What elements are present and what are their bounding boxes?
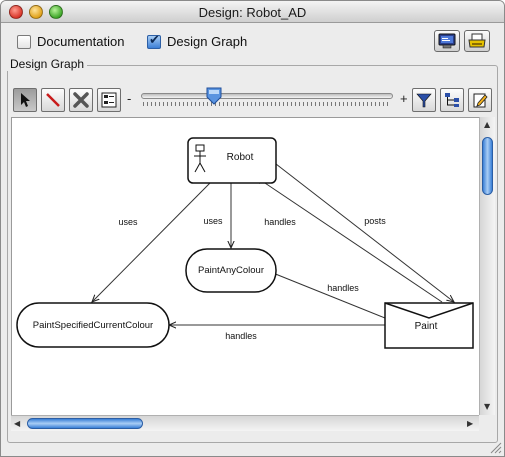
edge-robot-posts-paint — [275, 163, 454, 302]
node-robot-label: Robot — [227, 152, 254, 163]
delete-icon — [73, 92, 89, 108]
node-robot[interactable]: Robot — [187, 137, 277, 184]
zoom-slider-ticks — [143, 102, 391, 106]
zoom-out-label: - — [127, 91, 132, 106]
pointer-icon — [21, 93, 30, 107]
window-title: Design: Robot_AD — [198, 5, 307, 20]
select-tool-button[interactable] — [13, 88, 37, 112]
edge-label-posts: posts — [364, 216, 386, 226]
scroll-left-arrow-icon[interactable]: ◀ — [14, 419, 20, 428]
documentation-checkbox[interactable] — [17, 34, 31, 49]
scroll-up-arrow-icon[interactable]: ▲ — [484, 120, 490, 129]
layout-tool-button[interactable] — [440, 88, 464, 112]
properties-tool-button[interactable] — [97, 88, 121, 112]
edge-paint-handles-any — [268, 271, 386, 319]
zoom-in-label: + — [400, 91, 408, 106]
design-window: Design: Robot_AD Documentation Design Gr… — [0, 0, 505, 457]
filter-tool-button[interactable] — [412, 88, 436, 112]
properties-icon — [101, 92, 117, 108]
edge-label-uses: uses — [118, 217, 138, 227]
graph-canvas[interactable]: uses uses handles posts handles handles … — [11, 117, 479, 415]
design-graph-option[interactable]: Design Graph — [147, 33, 248, 49]
tree-layout-icon — [445, 93, 459, 107]
print-button[interactable] — [464, 30, 490, 52]
vertical-scroll-thumb[interactable] — [482, 137, 493, 195]
edit-document-icon — [473, 93, 488, 108]
edge-label-handles: handles — [225, 331, 257, 341]
printer-icon — [468, 33, 486, 48]
node-paint-any-colour[interactable]: PaintAnyColour — [185, 248, 277, 293]
line-tool-button[interactable] — [41, 88, 65, 112]
node-paint-any-colour-label: PaintAnyColour — [198, 265, 264, 276]
title-bar[interactable]: Design: Robot_AD — [1, 1, 504, 23]
design-graph-group-label: Design Graph — [7, 57, 88, 71]
computer-button[interactable] — [434, 30, 460, 52]
node-paint-specified-label: PaintSpecifiedCurrentColour — [33, 320, 153, 331]
design-graph-label: Design Graph — [167, 34, 248, 49]
vertical-scrollbar[interactable]: ▲ ▼ — [479, 117, 495, 415]
horizontal-scrollbar[interactable]: ◀ ▶ — [11, 415, 479, 431]
zoom-slider[interactable] — [141, 93, 393, 99]
monitor-icon — [438, 33, 456, 49]
zoom-slider-knob[interactable] — [205, 87, 223, 105]
scroll-down-arrow-icon[interactable]: ▼ — [484, 402, 490, 411]
edge-label-handles: handles — [264, 217, 296, 227]
delete-tool-button[interactable] — [69, 88, 93, 112]
line-icon — [46, 93, 60, 107]
documentation-label: Documentation — [37, 34, 125, 49]
design-graph-checkbox[interactable] — [147, 33, 161, 49]
horizontal-scroll-thumb[interactable] — [27, 418, 143, 429]
design-graph-diagram: uses uses handles posts handles handles … — [16, 137, 474, 349]
edge-label-handles: handles — [327, 283, 359, 293]
node-paint-label: Paint — [415, 321, 438, 332]
edit-tool-button[interactable] — [468, 88, 492, 112]
node-paint[interactable]: Paint — [384, 302, 474, 349]
resize-grip-icon[interactable] — [486, 438, 502, 454]
scroll-right-arrow-icon[interactable]: ▶ — [467, 419, 473, 428]
node-paint-specified-current-colour[interactable]: PaintSpecifiedCurrentColour — [16, 302, 170, 348]
documentation-option[interactable]: Documentation — [17, 34, 124, 49]
filter-icon — [416, 93, 432, 108]
edge-label-uses: uses — [203, 216, 223, 226]
